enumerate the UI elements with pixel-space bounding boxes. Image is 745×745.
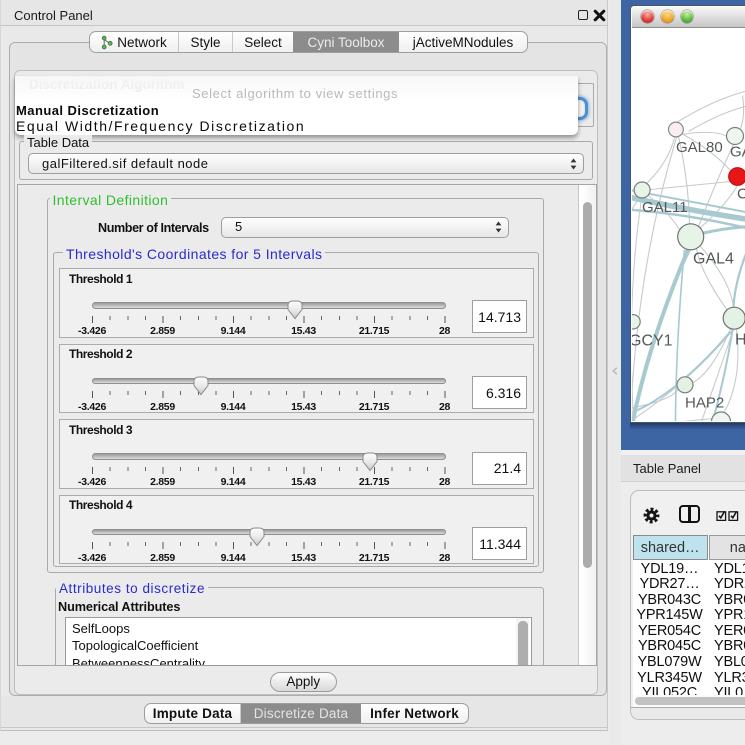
svg-text:HAP2: HAP2: [685, 394, 724, 411]
svg-text:GAL4: GAL4: [693, 250, 734, 267]
svg-text:GAL11: GAL11: [642, 199, 688, 216]
svg-text:GAL80: GAL80: [676, 139, 723, 156]
svg-text:H: H: [735, 331, 745, 348]
svg-text:GCY1: GCY1: [632, 332, 673, 349]
svg-text:C: C: [737, 185, 745, 202]
svg-text:GA: GA: [730, 143, 745, 160]
